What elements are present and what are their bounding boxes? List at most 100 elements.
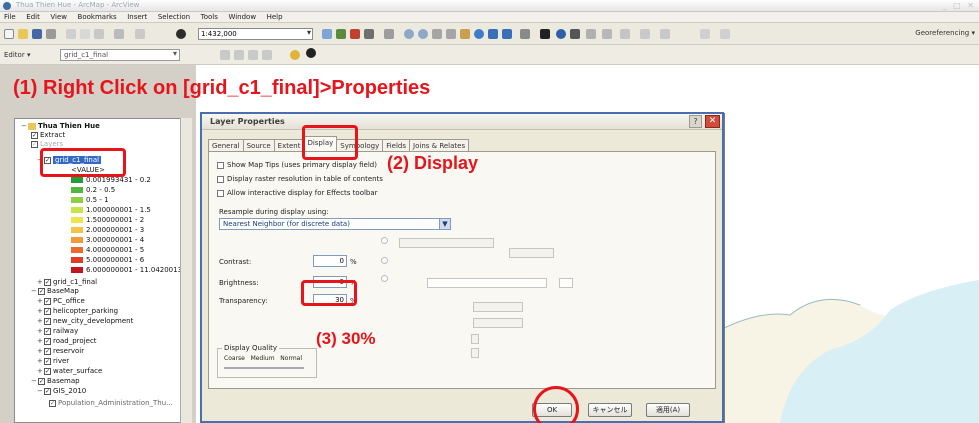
display-resolution-checkbox[interactable]	[217, 175, 224, 183]
toc-item-road-project[interactable]: + ✓ road_project	[37, 337, 97, 346]
layout-view-icon[interactable]	[640, 29, 650, 39]
fixed-zoom-in-icon[interactable]	[432, 29, 442, 39]
menu-tools[interactable]: Tools	[200, 12, 219, 23]
save-icon[interactable]	[32, 29, 42, 39]
cut-icon[interactable]	[66, 29, 76, 39]
new-document-icon[interactable]	[4, 29, 14, 39]
full-extent-icon[interactable]	[474, 29, 484, 39]
collapse-icon[interactable]: −	[21, 122, 28, 131]
cut-polygon-icon[interactable]	[262, 50, 272, 60]
open-folder-icon[interactable]	[18, 29, 28, 39]
editor-toolbar-icon[interactable]	[322, 29, 332, 39]
attributes-icon[interactable]	[290, 50, 300, 60]
delete-icon[interactable]	[114, 29, 124, 39]
find-icon[interactable]	[570, 29, 580, 39]
editor-menu[interactable]: Editor ▾	[4, 51, 30, 59]
zoom-in-icon[interactable]	[404, 29, 414, 39]
command-line-icon[interactable]	[364, 29, 374, 39]
whats-this-icon[interactable]	[384, 29, 394, 39]
legend-class-3: 0.5 - 1	[71, 196, 109, 205]
show-map-tips-option[interactable]: Show Map Tips (uses primary display fiel…	[217, 161, 377, 169]
identify-icon[interactable]	[556, 29, 566, 39]
toc-item-extract[interactable]: ✓ Extract	[31, 131, 65, 140]
edit-vertices-icon[interactable]	[234, 50, 244, 60]
sketch-tool-icon[interactable]	[220, 50, 230, 60]
forward-extent-icon[interactable]	[502, 29, 512, 39]
swipe-icon[interactable]	[660, 29, 670, 39]
apply-button[interactable]: 適用(A)	[646, 403, 690, 417]
toc-item-water-surface[interactable]: + ✓ water_surface	[37, 367, 102, 376]
menu-view[interactable]: View	[49, 12, 68, 23]
menu-insert[interactable]: Insert	[126, 12, 148, 23]
toc-item-basemap[interactable]: − ✓ BaseMap	[31, 287, 79, 296]
highlight-display-tab-box	[302, 125, 358, 160]
resample-method-select[interactable]: Nearest Neighbor (for discrete data) ▼	[219, 218, 451, 230]
map-scale-combo[interactable]: 1:432,000	[198, 28, 313, 40]
georeferencing-menu[interactable]: Georeferencing ▾	[915, 29, 975, 37]
pan-icon[interactable]	[460, 29, 470, 39]
menu-help[interactable]: Help	[266, 12, 284, 23]
toc-item-new-city-development[interactable]: + ✓ new_city_development	[37, 317, 133, 326]
paste-icon[interactable]	[94, 29, 104, 39]
toc-item-pc-office[interactable]: + ✓ PC_office	[37, 297, 85, 306]
menu-file[interactable]: File	[3, 12, 17, 23]
display-quality-slider[interactable]	[224, 367, 304, 369]
stretch-field	[473, 318, 523, 328]
effects-icon[interactable]	[700, 29, 710, 39]
measure-icon[interactable]	[586, 29, 596, 39]
cancel-button[interactable]: キャンセル	[588, 403, 632, 417]
transparency-label: Transparency:	[219, 297, 268, 305]
zoom-out-icon[interactable]	[418, 29, 428, 39]
arctoolbox-icon[interactable]	[336, 29, 346, 39]
annotation-step-2: (2) Display	[387, 153, 479, 173]
display-resolution-option[interactable]: Display raster resolution in table of co…	[217, 175, 383, 183]
toc-item-grid-c1-final-2[interactable]: + ✓ grid_c1_final	[37, 278, 97, 287]
arcmap-app-icon	[3, 2, 11, 10]
interactive-display-checkbox[interactable]	[217, 189, 224, 197]
print-icon[interactable]	[46, 29, 56, 39]
time-slider-icon[interactable]	[620, 29, 630, 39]
map-watermark	[660, 92, 780, 106]
layer-visibility-checkbox[interactable]: ✓	[31, 140, 38, 148]
copy-icon[interactable]	[80, 29, 90, 39]
toc-scrollbar[interactable]	[180, 118, 192, 423]
toc-item-railway[interactable]: + ✓ railway	[37, 327, 78, 336]
help-icon[interactable]: ?	[689, 115, 702, 128]
menu-bookmarks[interactable]: Bookmarks	[77, 12, 118, 23]
select-elements-icon[interactable]	[540, 29, 550, 39]
hyperlink-icon[interactable]	[602, 29, 612, 39]
flicker-icon[interactable]	[720, 29, 730, 39]
toc-item-river[interactable]: + ✓ river	[37, 357, 69, 366]
reshape-icon[interactable]	[248, 50, 258, 60]
toc-item-gis-2010[interactable]: − ✓ GIS_2010	[37, 387, 86, 396]
back-extent-icon[interactable]	[488, 29, 498, 39]
toc-root[interactable]: − Thua Thien Hue	[21, 122, 100, 131]
show-map-tips-checkbox[interactable]	[217, 161, 224, 169]
color-picker-button	[559, 278, 573, 288]
toc-item-reservoir[interactable]: + ✓ reservoir	[37, 347, 84, 356]
undo-icon[interactable]	[135, 29, 145, 39]
layer-visibility-checkbox[interactable]: ✓	[31, 131, 38, 139]
menu-window[interactable]: Window	[227, 12, 257, 23]
highlight-transparency-box	[301, 280, 357, 306]
toc-item-basemap-2[interactable]: − ✓ Basemap	[31, 377, 80, 386]
toc-item-helicopter-parking[interactable]: + ✓ helicopter_parking	[37, 307, 118, 316]
close-icon[interactable]: ✕	[705, 115, 720, 128]
background-value-field	[399, 238, 494, 248]
annotation-step-3: (3) 30%	[316, 329, 376, 348]
window-controls[interactable]: _ □ ✕	[943, 1, 976, 10]
fixed-zoom-out-icon[interactable]	[446, 29, 456, 39]
menu-selection[interactable]: Selection	[157, 12, 191, 23]
menu-edit[interactable]: Edit	[25, 12, 41, 23]
chevron-down-icon[interactable]: ▼	[439, 219, 450, 229]
sketch-properties-icon[interactable]	[306, 48, 316, 58]
interactive-display-option[interactable]: Allow interactive display for Effects to…	[217, 189, 378, 197]
nodata-value-field	[509, 248, 554, 258]
add-data-icon[interactable]	[176, 29, 186, 39]
legend-class-2: 0.2 - 0.5	[71, 186, 115, 195]
toc-item-population[interactable]: ✓ Population_Administration_Thu...	[49, 399, 173, 408]
contrast-input[interactable]: 0	[313, 255, 347, 267]
select-features-icon[interactable]	[520, 29, 530, 39]
arccatalog-icon[interactable]	[350, 29, 360, 39]
layer-combo[interactable]: grid_c1_final	[60, 49, 180, 61]
